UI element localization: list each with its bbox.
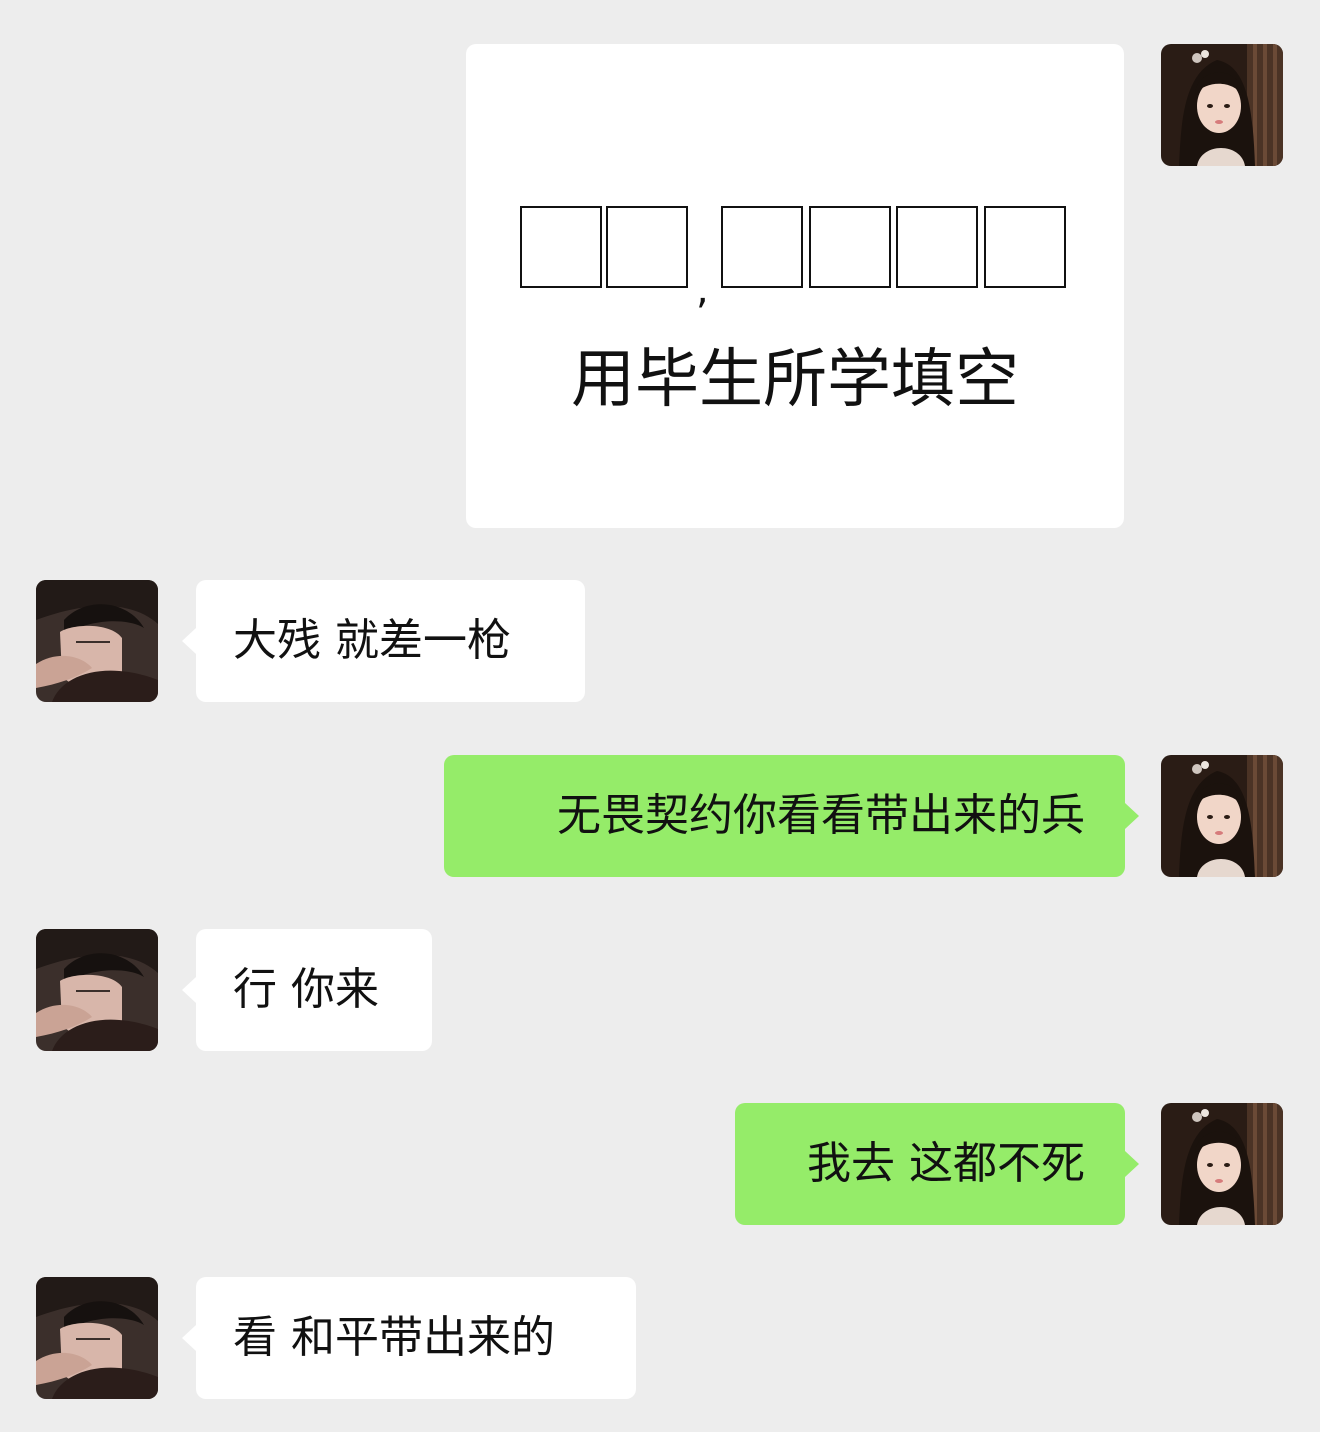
avatar-boy-icon [36,580,158,702]
message-text: 行 你来 [233,964,379,1015]
my-avatar[interactable] [1161,755,1283,877]
message-text: 大残 就差一枪 [233,615,511,666]
my-avatar[interactable] [1161,1103,1283,1225]
message-bubble-outgoing[interactable]: 我去 这都不死 [735,1103,1139,1225]
image-message[interactable]: , 用毕生所学填空 [466,44,1124,528]
blank-box-4 [809,206,891,288]
bubble-tail [1125,1151,1139,1177]
blank-box-5 [896,206,978,288]
comma-separator: , [696,267,709,313]
avatar-girl-icon [1161,1103,1283,1225]
friend-avatar[interactable] [36,1277,158,1399]
message-text: 我去 这都不死 [807,1138,1085,1189]
friend-avatar[interactable] [36,929,158,1051]
avatar-girl-icon [1161,755,1283,877]
avatar-boy-icon [36,929,158,1051]
bubble-tail [182,628,196,654]
blank-box-1 [520,206,602,288]
message-bubble-incoming[interactable]: 看 和平带出来的 [182,1277,636,1399]
friend-avatar[interactable] [36,580,158,702]
my-avatar[interactable] [1161,44,1283,166]
blank-box-3 [721,206,803,288]
image-caption: 用毕生所学填空 [571,343,1019,417]
bubble-tail [182,1325,196,1351]
bubble-tail [182,977,196,1003]
message-bubble-incoming[interactable]: 行 你来 [182,929,432,1051]
message-bubble-incoming[interactable]: 大残 就差一枪 [182,580,585,702]
message-text: 看 和平带出来的 [233,1312,555,1363]
message-bubble-outgoing[interactable]: 无畏契约你看看带出来的兵 [444,755,1139,877]
blank-box-6 [984,206,1066,288]
bubble-tail [1125,803,1139,829]
avatar-girl-icon [1161,44,1283,166]
message-text: 无畏契约你看看带出来的兵 [557,790,1085,841]
blank-box-2 [606,206,688,288]
avatar-boy-icon [36,1277,158,1399]
